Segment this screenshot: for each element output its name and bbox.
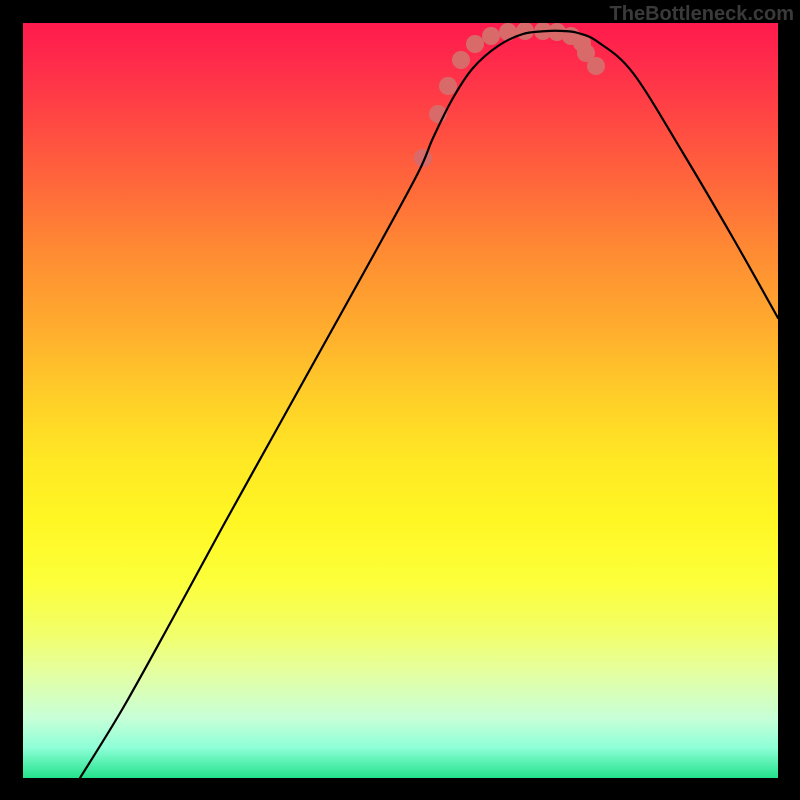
marker-group: [414, 23, 605, 167]
watermark-text: TheBottleneck.com: [610, 3, 794, 26]
highlight-marker: [452, 51, 470, 69]
plot-area: [23, 23, 778, 778]
bottleneck-curve: [80, 31, 778, 778]
highlight-marker: [482, 27, 500, 45]
highlight-marker: [439, 77, 457, 95]
chart-stage: TheBottleneck.com: [0, 0, 800, 800]
highlight-marker: [587, 57, 605, 75]
highlight-marker: [466, 35, 484, 53]
curve-layer: [23, 23, 778, 778]
